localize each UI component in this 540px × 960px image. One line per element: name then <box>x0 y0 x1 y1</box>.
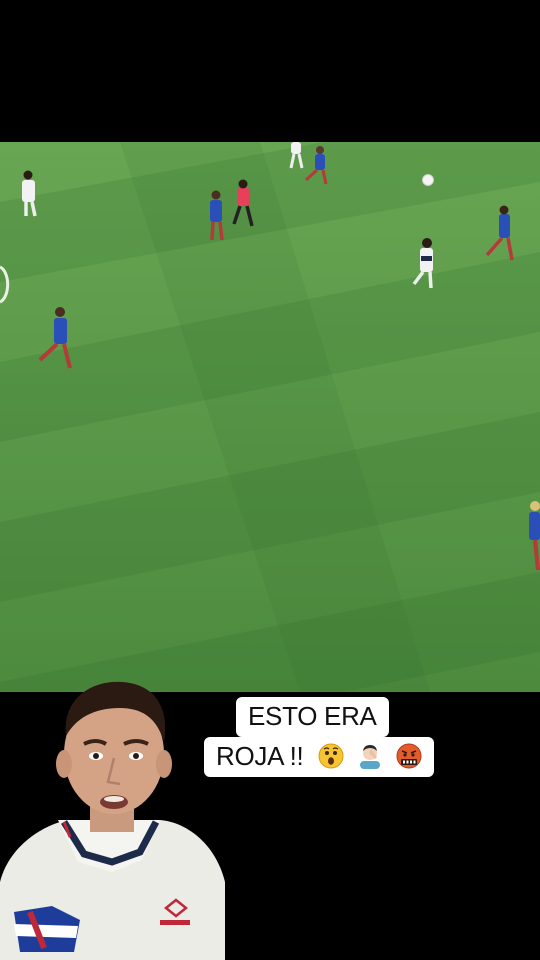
facepalm-emoji-icon <box>360 745 381 770</box>
astonished-face-emoji-icon <box>318 743 344 769</box>
caption-line-2-text: ROJA !! <box>216 741 304 771</box>
creator-facecam <box>0 672 230 960</box>
cursing-face-emoji-icon <box>396 743 422 769</box>
caption-line-1: ESTO ERA <box>236 697 389 737</box>
ball <box>422 174 434 186</box>
video-caption: ESTO ERA ROJA !! <box>204 697 442 777</box>
match-video-frame[interactable] <box>0 142 540 692</box>
football-pitch-scene <box>0 142 540 692</box>
top-letterbox <box>0 0 540 142</box>
creator-portrait <box>0 681 225 960</box>
caption-line-2: ROJA !! <box>204 737 435 777</box>
